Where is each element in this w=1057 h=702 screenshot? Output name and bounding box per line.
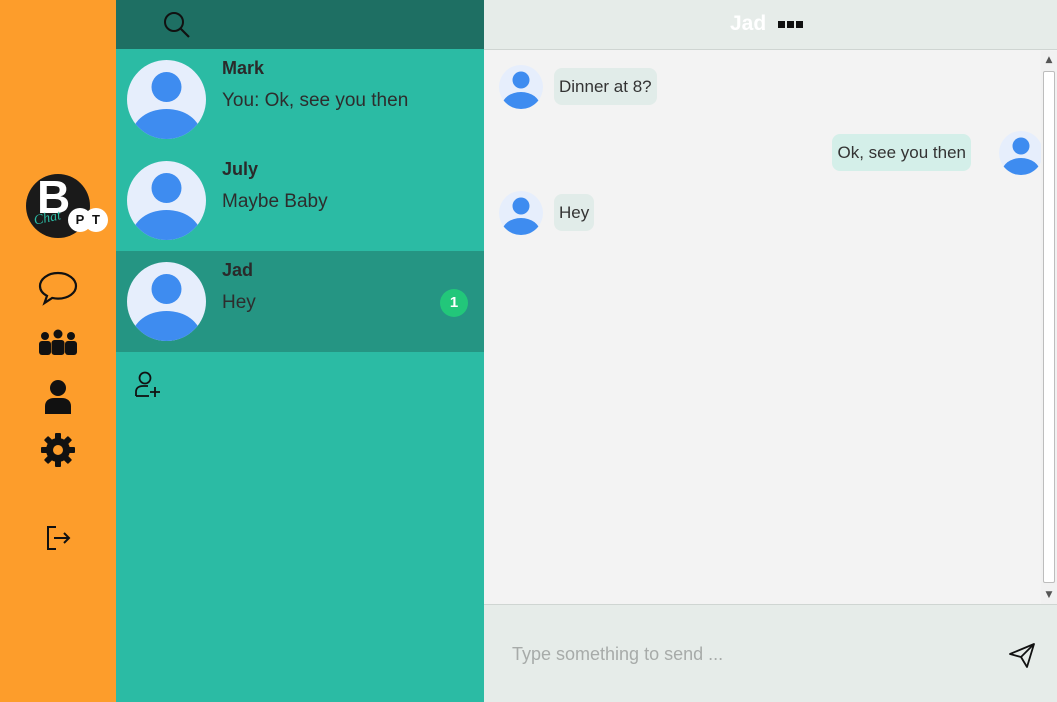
message-bubble: Hey <box>554 194 595 231</box>
default-avatar-icon <box>1002 137 1040 175</box>
default-avatar-icon <box>132 72 201 139</box>
nav-groups-button[interactable] <box>38 322 78 362</box>
message-bubble-own: Ok, see you then <box>832 134 971 171</box>
scroll-thumb[interactable] <box>1043 71 1055 583</box>
default-avatar-icon <box>132 274 201 341</box>
send-icon <box>1009 643 1035 668</box>
message-bubble: Dinner at 8? <box>554 68 657 105</box>
group-icon <box>39 329 77 355</box>
app-logo: B Chat P T <box>26 171 108 238</box>
message-scrollbar[interactable]: ▲ ▼ <box>1041 51 1057 604</box>
search-button[interactable] <box>162 10 192 40</box>
scroll-up-arrow[interactable]: ▲ <box>1043 54 1055 66</box>
chat-panel: Jad Dinner at 8? Ok, see you then Hey ▲ … <box>484 0 1057 702</box>
nav-rail: B Chat P T <box>0 0 116 702</box>
logout-icon <box>47 526 71 550</box>
conversation-preview: Maybe Baby <box>222 191 328 212</box>
add-contact-button[interactable] <box>134 370 162 398</box>
search-icon <box>164 12 190 38</box>
conversation-item-active[interactable]: Jad Hey 1 <box>116 251 484 352</box>
unread-badge: 1 <box>440 289 468 317</box>
logout-button[interactable] <box>38 518 78 558</box>
list-header <box>116 0 484 49</box>
default-avatar-icon <box>132 173 201 240</box>
avatar <box>127 161 206 240</box>
message-composer <box>484 604 1057 702</box>
add-person-icon <box>135 371 160 397</box>
default-avatar-icon <box>502 197 540 235</box>
person-icon <box>45 380 71 414</box>
more-options-icon <box>778 21 803 28</box>
message-list: Dinner at 8? Ok, see you then Hey <box>484 51 1043 604</box>
avatar <box>499 65 543 109</box>
nav-chats-button[interactable] <box>38 268 78 308</box>
message-input[interactable] <box>512 637 992 671</box>
gear-icon <box>41 433 75 467</box>
nav-settings-button[interactable] <box>38 430 78 470</box>
chat-bubble-icon <box>38 271 78 306</box>
send-button[interactable] <box>1008 641 1036 669</box>
default-avatar-icon <box>502 71 540 109</box>
avatar <box>127 60 206 139</box>
chat-header: Jad <box>484 0 1057 50</box>
conversation-name: Jad <box>222 260 254 280</box>
nav-profile-button[interactable] <box>38 377 78 417</box>
conversation-name: July <box>222 159 259 179</box>
conversation-preview: You: Ok, see you then <box>222 90 409 111</box>
conversation-name: Mark <box>222 58 265 78</box>
conversation-preview: Hey <box>222 292 256 313</box>
avatar <box>999 131 1043 175</box>
conversation-list: Mark You: Ok, see you then July Maybe Ba… <box>116 0 484 702</box>
logo-t: T <box>84 208 108 232</box>
chat-options-button[interactable] <box>778 17 806 33</box>
avatar <box>499 191 543 235</box>
conversation-item[interactable]: July Maybe Baby <box>116 150 484 251</box>
avatar <box>127 262 206 341</box>
chat-title: Jad <box>730 12 767 35</box>
conversation-item[interactable]: Mark You: Ok, see you then <box>116 49 484 150</box>
scroll-down-arrow[interactable]: ▼ <box>1043 589 1055 601</box>
